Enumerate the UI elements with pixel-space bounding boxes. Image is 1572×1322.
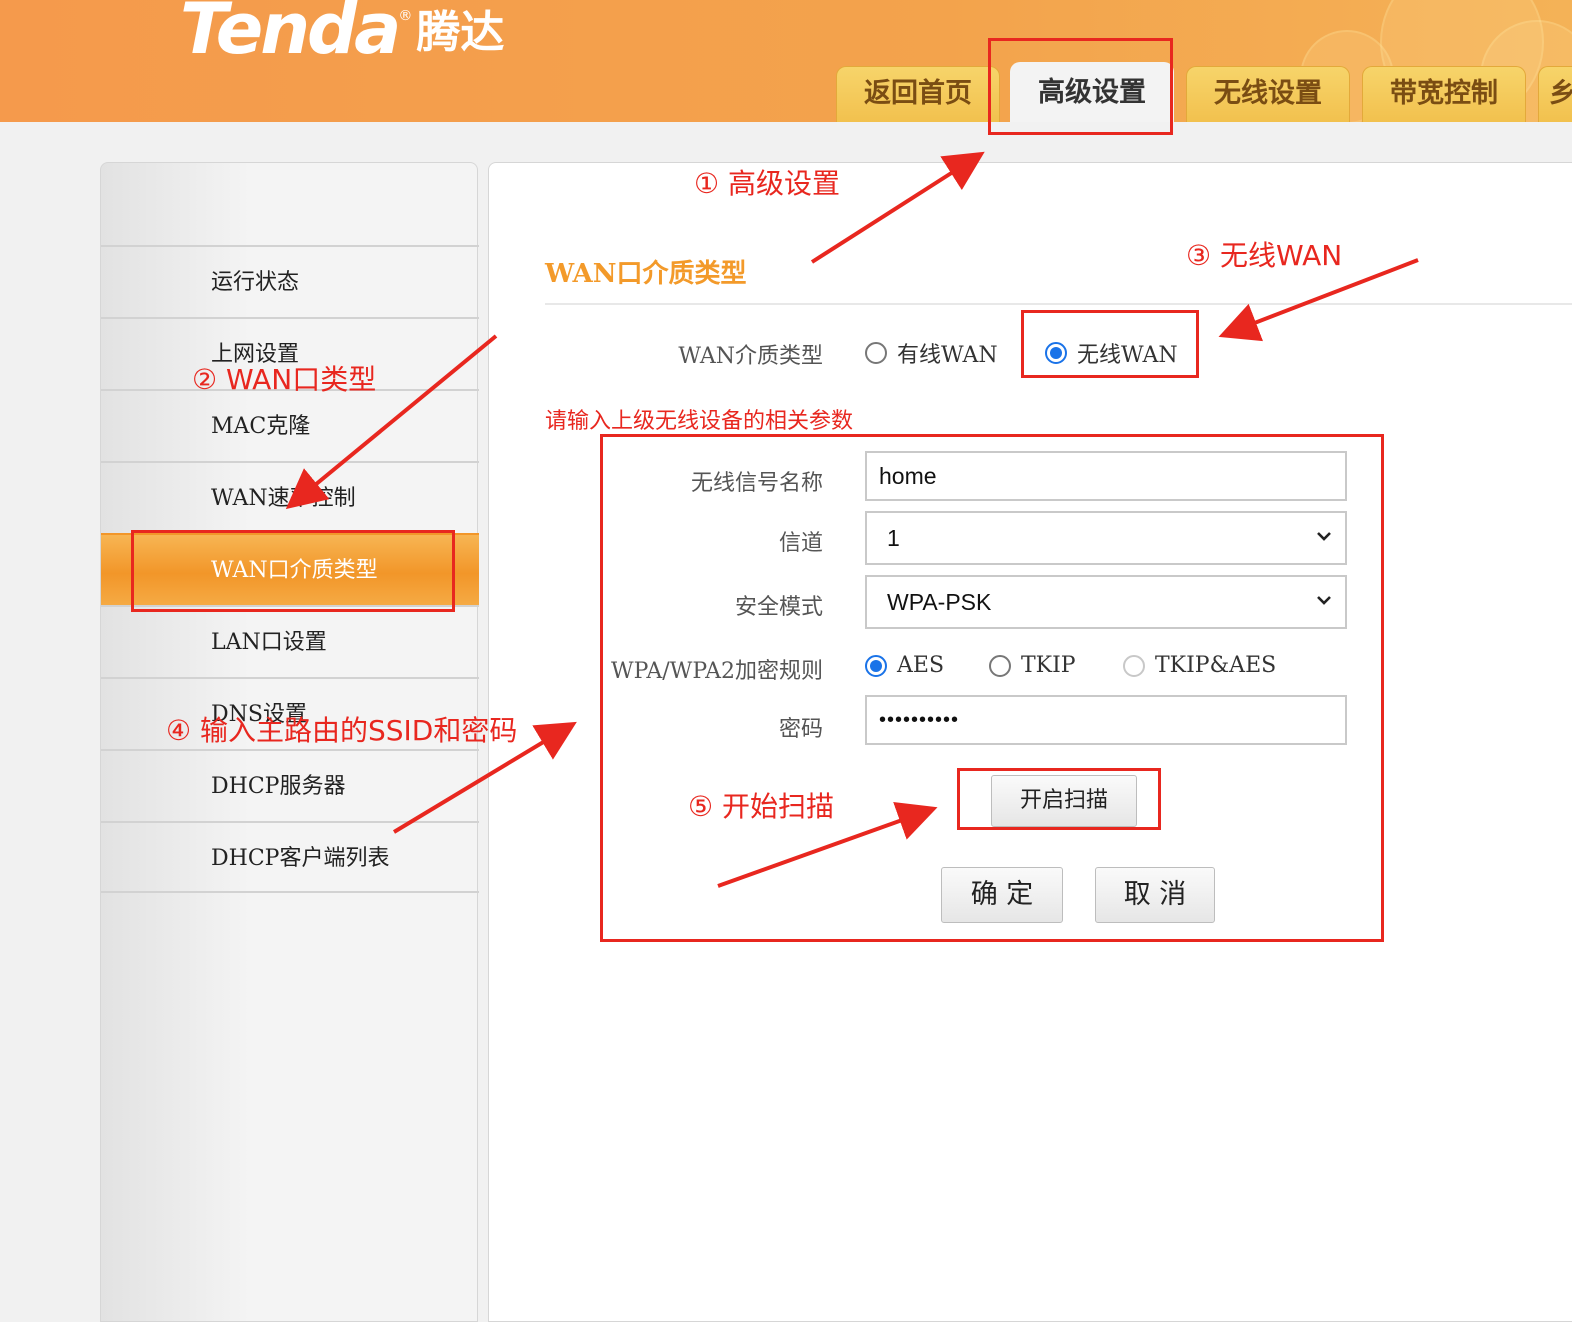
arrow-icon bbox=[1218, 258, 1419, 342]
annotation-arrows bbox=[285, 151, 1419, 888]
arrow-icon bbox=[717, 801, 938, 888]
arrow-icon bbox=[392, 721, 577, 834]
arrow-icon bbox=[810, 151, 985, 264]
arrow-icon bbox=[285, 334, 498, 510]
